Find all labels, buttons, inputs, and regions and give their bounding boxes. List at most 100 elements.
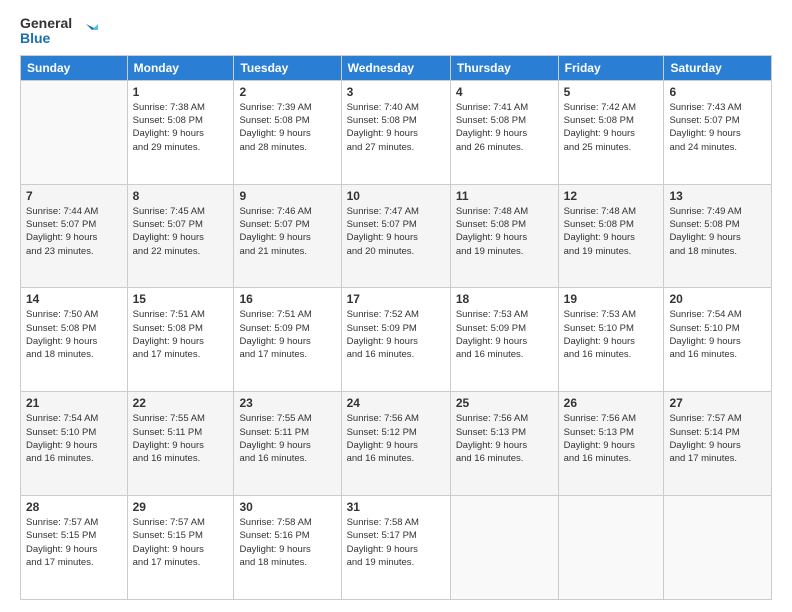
day-number: 7 (26, 189, 122, 203)
day-info: Sunrise: 7:38 AMSunset: 5:08 PMDaylight:… (133, 101, 229, 154)
day-number: 11 (456, 189, 553, 203)
day-number: 24 (347, 396, 445, 410)
day-info: Sunrise: 7:46 AMSunset: 5:07 PMDaylight:… (239, 205, 335, 258)
calendar-cell: 20 Sunrise: 7:54 AMSunset: 5:10 PMDayligh… (664, 288, 772, 392)
calendar-cell: 23 Sunrise: 7:55 AMSunset: 5:11 PMDayligh… (234, 392, 341, 496)
day-number: 15 (133, 292, 229, 306)
day-info: Sunrise: 7:54 AMSunset: 5:10 PMDaylight:… (26, 412, 122, 465)
calendar-cell: 6 Sunrise: 7:43 AMSunset: 5:07 PMDaylight… (664, 80, 772, 184)
day-info: Sunrise: 7:51 AMSunset: 5:08 PMDaylight:… (133, 308, 229, 361)
calendar-cell: 7 Sunrise: 7:44 AMSunset: 5:07 PMDaylight… (21, 184, 128, 288)
day-number: 2 (239, 85, 335, 99)
day-info: Sunrise: 7:49 AMSunset: 5:08 PMDaylight:… (669, 205, 766, 258)
calendar-cell: 16 Sunrise: 7:51 AMSunset: 5:09 PMDayligh… (234, 288, 341, 392)
logo-general: General (20, 16, 72, 31)
calendar-cell: 3 Sunrise: 7:40 AMSunset: 5:08 PMDaylight… (341, 80, 450, 184)
day-number: 4 (456, 85, 553, 99)
day-info: Sunrise: 7:56 AMSunset: 5:13 PMDaylight:… (564, 412, 659, 465)
calendar-cell: 24Sunrise: 7:56 AMSunset: 5:12 PMDayligh… (341, 392, 450, 496)
day-number: 31 (347, 500, 445, 514)
day-number: 29 (133, 500, 229, 514)
day-info: Sunrise: 7:53 AMSunset: 5:09 PMDaylight:… (456, 308, 553, 361)
day-info: Sunrise: 7:55 AMSunset: 5:11 PMDaylight:… (133, 412, 229, 465)
calendar-cell: 8 Sunrise: 7:45 AMSunset: 5:07 PMDaylight… (127, 184, 234, 288)
calendar-cell: 22Sunrise: 7:55 AMSunset: 5:11 PMDayligh… (127, 392, 234, 496)
day-number: 27 (669, 396, 766, 410)
week-row-4: 21Sunrise: 7:54 AMSunset: 5:10 PMDayligh… (21, 392, 772, 496)
day-info: Sunrise: 7:53 AMSunset: 5:10 PMDaylight:… (564, 308, 659, 361)
day-number: 12 (564, 189, 659, 203)
logo-bird-icon (76, 20, 98, 42)
day-number: 6 (669, 85, 766, 99)
weekday-header-row: SundayMondayTuesdayWednesdayThursdayFrid… (21, 55, 772, 80)
day-number: 28 (26, 500, 122, 514)
calendar-cell: 27Sunrise: 7:57 AMSunset: 5:14 PMDayligh… (664, 392, 772, 496)
calendar-cell: 12 Sunrise: 7:48 AMSunset: 5:08 PMDayligh… (558, 184, 664, 288)
logo: General Blue (20, 16, 98, 47)
weekday-header-sunday: Sunday (21, 55, 128, 80)
day-number: 16 (239, 292, 335, 306)
day-number: 26 (564, 396, 659, 410)
calendar-cell: 19 Sunrise: 7:53 AMSunset: 5:10 PMDayligh… (558, 288, 664, 392)
day-info: Sunrise: 7:58 AMSunset: 5:17 PMDaylight:… (347, 516, 445, 569)
week-row-1: 1 Sunrise: 7:38 AMSunset: 5:08 PMDaylight… (21, 80, 772, 184)
calendar-cell: 29 Sunrise: 7:57 AMSunset: 5:15 PMDayligh… (127, 496, 234, 600)
calendar-cell: 4 Sunrise: 7:41 AMSunset: 5:08 PMDaylight… (450, 80, 558, 184)
calendar-cell: 10 Sunrise: 7:47 AMSunset: 5:07 PMDayligh… (341, 184, 450, 288)
calendar-cell: 13 Sunrise: 7:49 AMSunset: 5:08 PMDayligh… (664, 184, 772, 288)
week-row-2: 7 Sunrise: 7:44 AMSunset: 5:07 PMDaylight… (21, 184, 772, 288)
day-info: Sunrise: 7:39 AMSunset: 5:08 PMDaylight:… (239, 101, 335, 154)
day-number: 17 (347, 292, 445, 306)
day-info: Sunrise: 7:58 AMSunset: 5:16 PMDaylight:… (239, 516, 335, 569)
weekday-header-thursday: Thursday (450, 55, 558, 80)
calendar-cell: 18 Sunrise: 7:53 AMSunset: 5:09 PMDayligh… (450, 288, 558, 392)
calendar-cell: 2 Sunrise: 7:39 AMSunset: 5:08 PMDaylight… (234, 80, 341, 184)
day-number: 25 (456, 396, 553, 410)
day-info: Sunrise: 7:44 AMSunset: 5:07 PMDaylight:… (26, 205, 122, 258)
day-info: Sunrise: 7:41 AMSunset: 5:08 PMDaylight:… (456, 101, 553, 154)
week-row-3: 14 Sunrise: 7:50 AMSunset: 5:08 PMDayligh… (21, 288, 772, 392)
day-info: Sunrise: 7:56 AMSunset: 5:13 PMDaylight:… (456, 412, 553, 465)
calendar-cell: 14 Sunrise: 7:50 AMSunset: 5:08 PMDayligh… (21, 288, 128, 392)
page-header: General Blue (20, 16, 772, 47)
day-info: Sunrise: 7:48 AMSunset: 5:08 PMDaylight:… (564, 205, 659, 258)
day-info: Sunrise: 7:40 AMSunset: 5:08 PMDaylight:… (347, 101, 445, 154)
day-number: 8 (133, 189, 229, 203)
day-info: Sunrise: 7:57 AMSunset: 5:15 PMDaylight:… (133, 516, 229, 569)
day-number: 23 (239, 396, 335, 410)
day-number: 14 (26, 292, 122, 306)
weekday-header-wednesday: Wednesday (341, 55, 450, 80)
day-info: Sunrise: 7:50 AMSunset: 5:08 PMDaylight:… (26, 308, 122, 361)
day-info: Sunrise: 7:48 AMSunset: 5:08 PMDaylight:… (456, 205, 553, 258)
day-number: 1 (133, 85, 229, 99)
day-number: 13 (669, 189, 766, 203)
day-number: 3 (347, 85, 445, 99)
calendar-cell: 25 Sunrise: 7:56 AMSunset: 5:13 PMDayligh… (450, 392, 558, 496)
day-info: Sunrise: 7:51 AMSunset: 5:09 PMDaylight:… (239, 308, 335, 361)
day-info: Sunrise: 7:55 AMSunset: 5:11 PMDaylight:… (239, 412, 335, 465)
calendar-cell: 9 Sunrise: 7:46 AMSunset: 5:07 PMDaylight… (234, 184, 341, 288)
calendar-table: SundayMondayTuesdayWednesdayThursdayFrid… (20, 55, 772, 600)
calendar-cell (558, 496, 664, 600)
logo-blue: Blue (20, 31, 72, 46)
day-number: 18 (456, 292, 553, 306)
day-info: Sunrise: 7:52 AMSunset: 5:09 PMDaylight:… (347, 308, 445, 361)
day-info: Sunrise: 7:43 AMSunset: 5:07 PMDaylight:… (669, 101, 766, 154)
day-info: Sunrise: 7:45 AMSunset: 5:07 PMDaylight:… (133, 205, 229, 258)
calendar-cell: 15 Sunrise: 7:51 AMSunset: 5:08 PMDayligh… (127, 288, 234, 392)
day-number: 20 (669, 292, 766, 306)
calendar-cell: 28Sunrise: 7:57 AMSunset: 5:15 PMDayligh… (21, 496, 128, 600)
calendar-cell: 31 Sunrise: 7:58 AMSunset: 5:17 PMDayligh… (341, 496, 450, 600)
day-info: Sunrise: 7:54 AMSunset: 5:10 PMDaylight:… (669, 308, 766, 361)
day-number: 5 (564, 85, 659, 99)
calendar-cell: 11 Sunrise: 7:48 AMSunset: 5:08 PMDayligh… (450, 184, 558, 288)
day-number: 30 (239, 500, 335, 514)
day-number: 9 (239, 189, 335, 203)
calendar-cell (21, 80, 128, 184)
day-number: 19 (564, 292, 659, 306)
day-info: Sunrise: 7:47 AMSunset: 5:07 PMDaylight:… (347, 205, 445, 258)
day-number: 10 (347, 189, 445, 203)
calendar-cell: 26 Sunrise: 7:56 AMSunset: 5:13 PMDayligh… (558, 392, 664, 496)
day-info: Sunrise: 7:42 AMSunset: 5:08 PMDaylight:… (564, 101, 659, 154)
calendar-cell: 30 Sunrise: 7:58 AMSunset: 5:16 PMDayligh… (234, 496, 341, 600)
